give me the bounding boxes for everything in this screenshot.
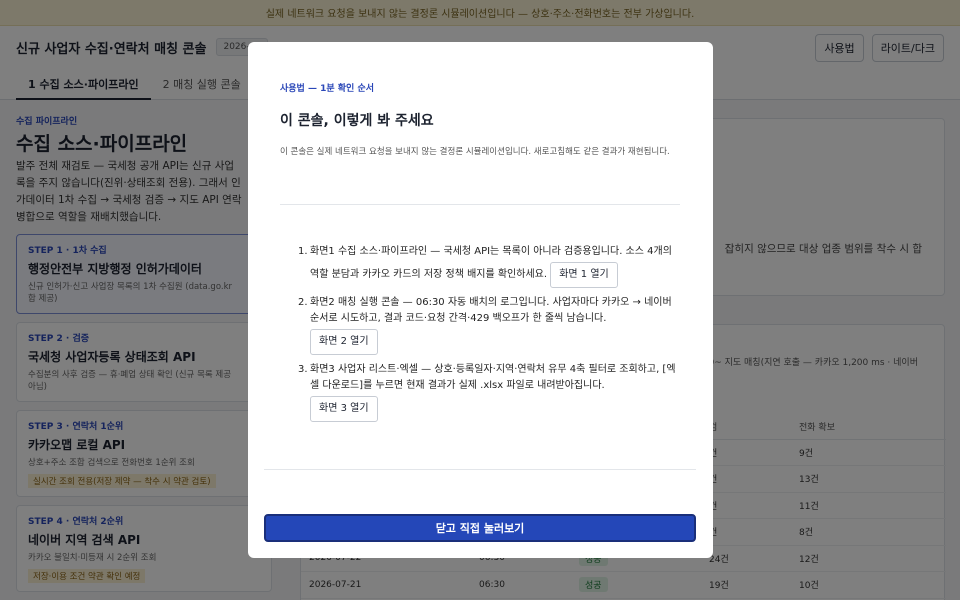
list-item: 2. 화면2 매칭 실행 콘솔 — 06:30 자동 배치의 로그입니다. 사업… bbox=[298, 295, 678, 355]
item-text: 화면2 매칭 실행 콘솔 — 06:30 자동 배치의 로그입니다. 사업자마다… bbox=[310, 297, 672, 324]
item-number: 3. bbox=[298, 364, 308, 375]
divider bbox=[264, 469, 696, 470]
modal-title: 이 콘솔, 이렇게 봐 주세요 bbox=[280, 113, 434, 129]
item-text: 화면3 사업자 리스트·엑셀 — 상호·등록일자·지역·연락처 유무 4축 필터… bbox=[310, 364, 676, 391]
open-screen-2-button[interactable]: 화면 2 열기 bbox=[310, 329, 378, 355]
list-item: 1. 화면1 수집 소스·파이프라인 — 국세청 API는 목록이 아니라 검증… bbox=[298, 244, 678, 288]
item-number: 2. bbox=[298, 297, 308, 308]
modal-eyebrow: 사용법 — 1분 확인 순서 bbox=[280, 84, 375, 94]
open-screen-1-button[interactable]: 화면 1 열기 bbox=[550, 262, 618, 288]
list-item: 3. 화면3 사업자 리스트·엑셀 — 상호·등록일자·지역·연락처 유무 4축… bbox=[298, 362, 678, 422]
item-number: 1. bbox=[298, 246, 308, 257]
usage-steps-list: 1. 화면1 수집 소스·파이프라인 — 국세청 API는 목록이 아니라 검증… bbox=[298, 244, 678, 429]
divider bbox=[280, 204, 680, 205]
open-screen-3-button[interactable]: 화면 3 열기 bbox=[310, 396, 378, 422]
close-modal-button[interactable]: 닫고 직접 눌러보기 bbox=[264, 514, 696, 542]
modal-subtitle: 이 콘솔은 실제 네트워크 요청을 보내지 않는 결정론 시뮬레이션입니다. 새… bbox=[280, 147, 670, 157]
usage-modal: 사용법 — 1분 확인 순서 이 콘솔, 이렇게 봐 주세요 이 콘솔은 실제 … bbox=[248, 42, 713, 558]
